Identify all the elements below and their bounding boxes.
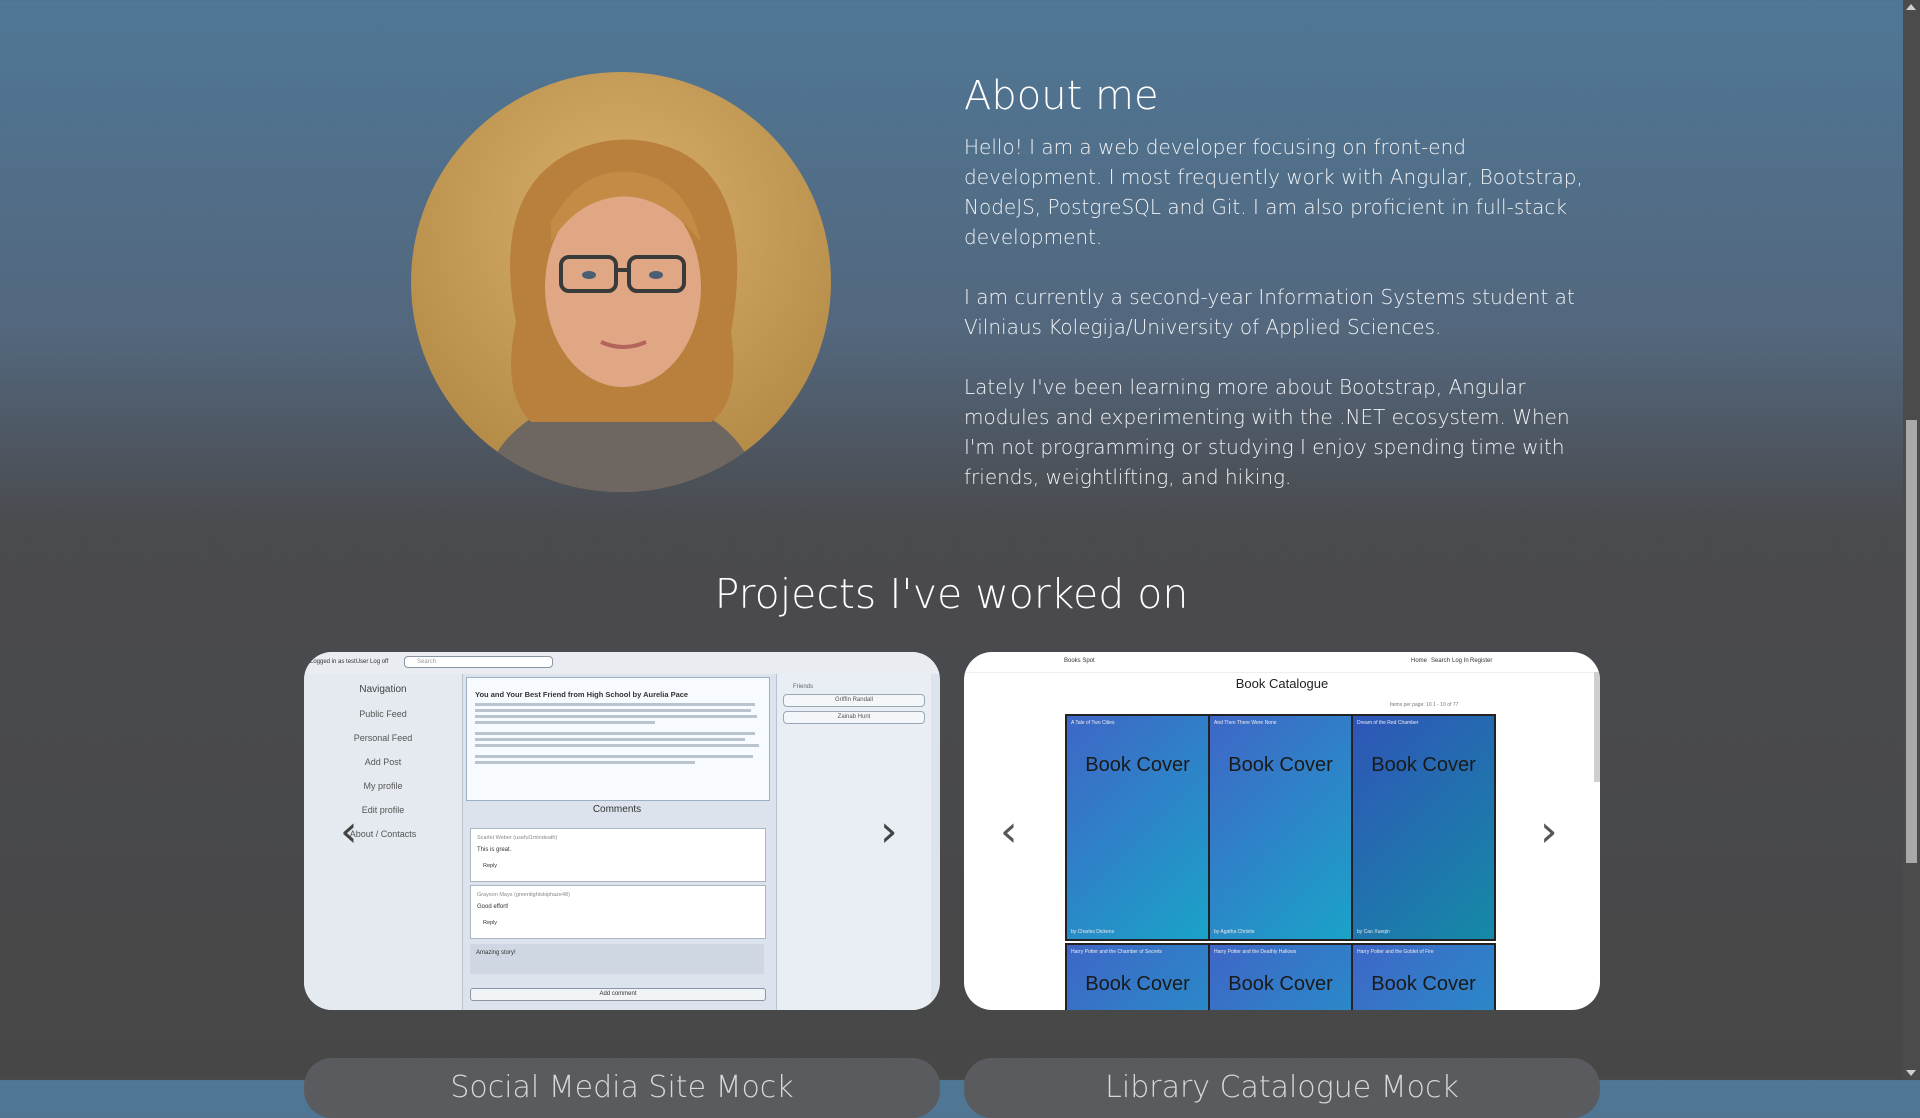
mini-post-title: You and Your Best Friend from High Schoo… (475, 690, 689, 699)
mini-comment: Scarlet Weber (useful1mindeath) This is … (470, 828, 766, 882)
mini-book-title: Harry Potter and the Chamber of Secrets (1071, 949, 1162, 955)
mini-comment-text: This is great. (477, 847, 512, 853)
mini-comment: Grayson Mays (greentightskiphaze48) Good… (470, 885, 766, 939)
mini-book-cover: Book Cover (1085, 754, 1190, 776)
project-card-library-catalogue[interactable]: Books Spot Home Search Log In Register B… (964, 652, 1600, 1010)
mini-book-title: And Then There Were None (1214, 720, 1277, 726)
mini-navigation: Navigation Public Feed Personal Feed Add… (304, 674, 463, 1010)
mini-comments-title: Comments (592, 804, 642, 815)
profile-photo (411, 72, 831, 492)
mini-pager: Items per page: 10 1 - 10 of 77 (1390, 702, 1459, 708)
mini-reply-label: Reply (483, 920, 498, 926)
about-section: About me Hello! I am a web developer foc… (964, 70, 1604, 522)
projects-title: Projects I've worked on (714, 570, 1189, 618)
mini-nav-item: Personal Feed (353, 733, 413, 743)
mini-book-cover: Book Cover (1085, 973, 1190, 995)
mini-nav-link: Log In (1452, 658, 1469, 664)
mini-add-comment-button: Add comment (470, 988, 766, 1001)
mini-nav-item: Public Feed (359, 709, 407, 719)
mini-comment-text: Good effort! (477, 904, 509, 910)
scroll-up-arrow-icon[interactable] (1906, 4, 1916, 10)
mini-book-card: Harry Potter and the Deathly Hallows Boo… (1208, 943, 1353, 1010)
mini-books-header: Books Spot Home Search Log In Register (964, 652, 1600, 673)
mini-book-card: A Tale of Two Cities Book Cover by Charl… (1065, 714, 1210, 941)
mini-post: You and Your Best Friend from High Schoo… (466, 677, 770, 801)
mini-topbar: Logged in as testUser Log off Search (304, 652, 940, 674)
mini-nav-link: Search (1431, 658, 1451, 664)
mini-book-card: Harry Potter and the Chamber of Secrets … (1065, 943, 1210, 1010)
mini-book-author: by Charles Dickens (1071, 929, 1115, 935)
about-paragraph-1: Hello! I am a web developer focusing on … (964, 135, 1583, 249)
mini-friends-label: Friends (793, 684, 814, 690)
mini-friend-pill: Zainab Hunt (783, 711, 925, 724)
mini-nav-item: About / Contacts (349, 829, 417, 839)
mini-reply-label: Reply (483, 863, 498, 869)
mini-catalogue-title: Book Catalogue (1235, 676, 1329, 691)
mini-comment-author: Grayson Mays (greentightskiphaze48) (477, 892, 570, 898)
project-card-social-media[interactable]: Logged in as testUser Log off Search Nav… (304, 652, 940, 1010)
scrollbar-thumb[interactable] (1906, 420, 1917, 863)
card2-next-arrow-icon[interactable]: › (1540, 810, 1558, 854)
mini-book-cover: Book Cover (1371, 973, 1476, 995)
project-card-title-text: Social Media Site Mock (450, 1070, 794, 1105)
mini-search-input: Search (404, 656, 553, 668)
mini-login-status: Logged in as testUser Log off (310, 659, 389, 665)
mini-book-cover: Book Cover (1228, 973, 1333, 995)
mini-brand: Books Spot (1064, 658, 1095, 664)
project-card-title-text: Library Catalogue Mock (1105, 1070, 1459, 1105)
mini-book-card: And Then There Were None Book Cover by A… (1208, 714, 1353, 941)
card1-next-arrow-icon[interactable]: › (880, 810, 898, 854)
mini-book-title: Harry Potter and the Goblet of Fire (1357, 949, 1434, 955)
card1-prev-arrow-icon[interactable]: ‹ (340, 810, 358, 854)
mini-scrollbar (1594, 672, 1600, 782)
mini-book-author: by Cao Xueqin (1357, 929, 1390, 935)
about-paragraph-2: I am currently a second-year Information… (964, 285, 1575, 339)
mini-book-title: Harry Potter and the Deathly Hallows (1214, 949, 1297, 955)
project-card-title-library[interactable]: Library Catalogue Mock (964, 1058, 1600, 1118)
mini-new-comment: Amazing story! (470, 944, 764, 974)
mini-book-title: Dream of the Red Chamber (1357, 720, 1419, 726)
project-card-title-social[interactable]: Social Media Site Mock (304, 1058, 940, 1118)
about-paragraph-3: Lately I've been learning more about Boo… (964, 375, 1570, 489)
mini-nav-title: Navigation (359, 684, 407, 695)
mini-nav-item: Edit profile (361, 805, 405, 815)
scroll-down-arrow-icon[interactable] (1906, 1070, 1916, 1076)
mini-book-card: Harry Potter and the Goblet of Fire Book… (1351, 943, 1496, 1010)
mini-friends-panel: Friends Griffin Randall Zainab Hunt (776, 674, 931, 1010)
mini-book-author: by Agatha Christie (1214, 929, 1255, 935)
mini-book-title: A Tale of Two Cities (1071, 720, 1115, 726)
about-title: About me (964, 73, 1159, 119)
mini-book-card: Dream of the Red Chamber Book Cover by C… (1351, 714, 1496, 941)
mini-friend-pill: Griffin Randall (783, 694, 925, 707)
card2-prev-arrow-icon[interactable]: ‹ (1000, 810, 1018, 854)
mini-nav-item: My profile (363, 781, 403, 791)
mini-book-cover: Book Cover (1371, 754, 1476, 776)
mini-nav-link: Register (1470, 658, 1493, 664)
page-scrollbar[interactable] (1903, 0, 1920, 1080)
mini-nav-item: Add Post (364, 757, 402, 767)
mini-book-cover: Book Cover (1228, 754, 1333, 776)
mini-comment-author: Scarlet Weber (useful1mindeath) (477, 835, 558, 841)
mini-nav-link: Home (1411, 658, 1428, 664)
